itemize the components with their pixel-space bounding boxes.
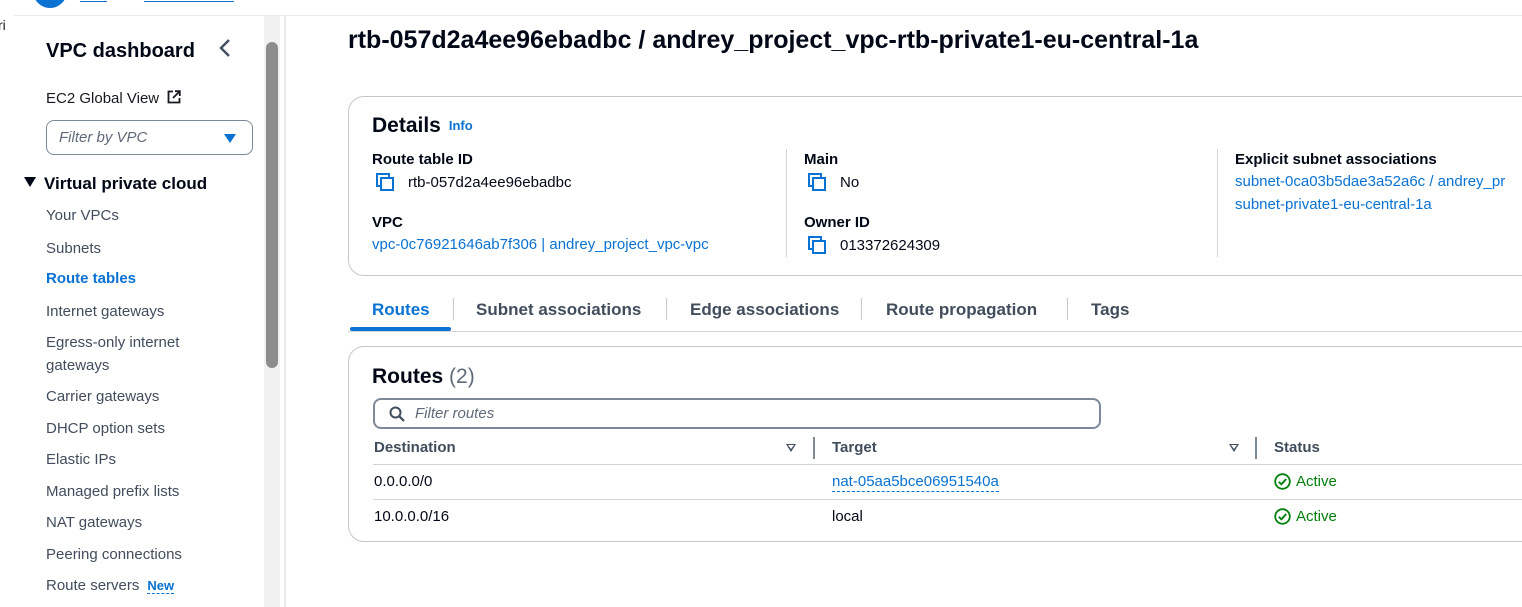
copy-icon[interactable] <box>808 173 826 191</box>
owner-id-value: 013372624309 <box>808 236 940 254</box>
owner-id-text: 013372624309 <box>840 237 941 254</box>
route-destination: 0.0.0.0/0 <box>374 473 433 490</box>
tab-routes[interactable]: Routes <box>372 300 430 320</box>
chevron-left-icon <box>219 39 230 57</box>
scrollbar-thumb[interactable] <box>266 42 278 368</box>
page-title: rtb-057d2a4ee96ebadbc / andrey_project_v… <box>348 26 1199 54</box>
cropped-text: ri <box>0 17 6 33</box>
routes-title: Routes <box>372 365 444 388</box>
tab-tags[interactable]: Tags <box>1091 300 1129 320</box>
routes-heading: Routes (2) <box>372 365 475 389</box>
ec2-global-view-link[interactable]: EC2 Global View <box>46 90 181 107</box>
explicit-subnet-associations-label: Explicit subnet associations <box>1235 151 1437 168</box>
sidebar-item-nat-gateways[interactable]: NAT gateways <box>46 511 216 534</box>
route-table-id-text: rtb-057d2a4ee96ebadbc <box>408 174 572 191</box>
copy-icon[interactable] <box>376 173 394 191</box>
row-divider <box>373 499 1522 500</box>
breadcrumb-link[interactable] <box>80 0 107 2</box>
vpc-filter-placeholder: Filter by VPC <box>59 129 148 146</box>
header-divider <box>373 464 1522 465</box>
column-divider <box>786 149 787 257</box>
main-text: No <box>840 174 860 191</box>
avatar[interactable] <box>33 0 67 8</box>
explicit-subnet-link[interactable]: subnet-0ca03b5dae3a52a6c / andrey_pr <box>1235 173 1505 190</box>
filter-routes-input[interactable]: Filter routes <box>373 398 1101 429</box>
vpc-link[interactable]: vpc-0c76921646ab7f306 | andrey_project_v… <box>372 236 709 253</box>
caret-down-icon <box>224 134 236 143</box>
column-header-target[interactable]: Target <box>832 439 877 456</box>
sort-icon[interactable] <box>786 444 796 452</box>
main-value: No <box>808 173 859 191</box>
sidebar-item-internet-gateways[interactable]: Internet gateways <box>46 300 216 323</box>
column-resizer[interactable] <box>1255 437 1257 459</box>
route-table-id-label: Route table ID <box>372 151 473 168</box>
column-header-destination[interactable]: Destination <box>374 439 456 456</box>
copy-icon[interactable] <box>808 236 826 254</box>
filter-routes-placeholder: Filter routes <box>415 405 495 422</box>
tab-separator <box>1067 298 1068 320</box>
route-target: local <box>832 508 863 525</box>
details-title: Details <box>372 114 441 137</box>
route-table-id-value: rtb-057d2a4ee96ebadbc <box>376 173 571 191</box>
sidebar-title[interactable]: VPC dashboard <box>46 40 195 63</box>
route-status: Active <box>1274 473 1337 490</box>
route-status-text: Active <box>1296 473 1337 490</box>
search-icon <box>389 406 405 422</box>
sidebar: VPC dashboard EC2 Global View Filter by … <box>14 16 285 607</box>
route-target-link[interactable]: nat-05aa5bce06951540a <box>832 473 999 492</box>
top-navigation-fragment <box>0 0 1522 16</box>
ec2-global-view-label: EC2 Global View <box>46 90 160 107</box>
route-destination: 10.0.0.0/16 <box>374 508 450 525</box>
sidebar-item-your-vpcs[interactable]: Your VPCs <box>46 204 216 227</box>
routes-panel: Routes (2) Filter routes Destination Tar… <box>348 346 1522 542</box>
routes-count: (2) <box>449 365 475 388</box>
sidebar-item-dhcp-option-sets[interactable]: DHCP option sets <box>46 417 216 440</box>
external-link-icon <box>167 90 181 104</box>
collapse-sidebar-button[interactable] <box>218 38 238 62</box>
column-divider <box>1217 149 1218 257</box>
tab-subnet-associations[interactable]: Subnet associations <box>476 300 641 320</box>
vpc-label: VPC <box>372 214 403 231</box>
owner-id-label: Owner ID <box>804 214 870 231</box>
tab-separator <box>861 298 862 320</box>
vpc-filter-select[interactable]: Filter by VPC <box>46 120 253 155</box>
sidebar-item-subnets[interactable]: Subnets <box>46 237 216 260</box>
route-status-text: Active <box>1296 508 1337 525</box>
new-badge: New <box>147 578 175 594</box>
sidebar-item-egress-only-internet-gateways[interactable]: Egress-only internet gateways <box>46 331 216 377</box>
main-label: Main <box>804 151 839 168</box>
sidebar-item-peering-connections[interactable]: Peering connections <box>46 543 216 566</box>
active-tab-indicator <box>350 327 451 331</box>
explicit-subnet-name[interactable]: subnet-private1-eu-central-1a <box>1235 196 1432 213</box>
sidebar-item-label: Route servers <box>46 577 140 594</box>
tab-separator <box>666 298 667 320</box>
details-panel: Details Info Route table ID rtb-057d2a4ee… <box>348 96 1522 276</box>
sidebar-item-managed-prefix-lists[interactable]: Managed prefix lists <box>46 480 216 503</box>
sort-icon[interactable] <box>1229 444 1239 452</box>
sidebar-item-route-tables[interactable]: Route tables <box>46 267 216 290</box>
tab-edge-associations[interactable]: Edge associations <box>690 300 839 320</box>
section-virtual-private-cloud[interactable]: Virtual private cloud <box>24 174 207 194</box>
success-check-icon <box>1274 508 1291 525</box>
sidebar-item-elastic-ips[interactable]: Elastic IPs <box>46 448 216 471</box>
success-check-icon <box>1274 473 1291 490</box>
details-heading: Details Info <box>372 114 473 138</box>
section-label: Virtual private cloud <box>44 174 208 193</box>
left-edge-fragment: ri <box>0 0 14 607</box>
tab-bar: Routes Subnet associations Edge associat… <box>348 294 1522 332</box>
sidebar-item-route-servers[interactable]: Route servers New <box>46 574 246 597</box>
route-status: Active <box>1274 508 1337 525</box>
caret-down-icon <box>24 177 36 187</box>
tab-separator <box>453 298 454 320</box>
sidebar-item-carrier-gateways[interactable]: Carrier gateways <box>46 385 216 408</box>
column-resizer[interactable] <box>813 437 815 459</box>
tab-route-propagation[interactable]: Route propagation <box>886 300 1037 320</box>
column-header-status[interactable]: Status <box>1274 439 1320 456</box>
breadcrumb-link[interactable] <box>144 0 234 2</box>
info-link[interactable]: Info <box>449 118 473 133</box>
